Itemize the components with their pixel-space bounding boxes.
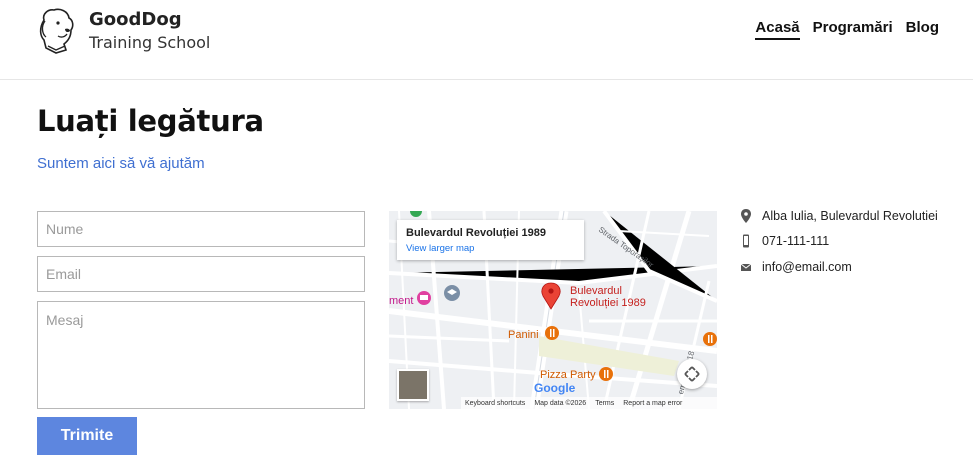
nav-item-blog[interactable]: Blog <box>906 19 939 40</box>
phone-icon <box>743 234 749 248</box>
satellite-toggle-thumbnail[interactable] <box>397 369 429 401</box>
map-info-card: Bulevardul Revoluției 1989 View larger m… <box>397 220 584 260</box>
brand-subtitle: Training School <box>89 33 211 52</box>
terms-link[interactable]: Terms <box>595 400 614 407</box>
contact-email: info@email.com <box>740 260 852 274</box>
report-map-error-link[interactable]: Report a map error <box>623 400 682 407</box>
page-title: Luați legătura <box>37 104 264 138</box>
message-textarea[interactable] <box>37 301 365 409</box>
location-pin-icon <box>741 209 751 223</box>
keyboard-shortcuts-link[interactable]: Keyboard shortcuts <box>465 400 525 407</box>
view-larger-map-link[interactable]: View larger map <box>406 243 575 254</box>
contact-phone-text: 071-111-111 <box>762 234 830 248</box>
fullscreen-toggle-icon[interactable] <box>677 359 707 389</box>
contact-email-text[interactable]: info@email.com <box>762 260 852 274</box>
map-pin-label[interactable]: Bulevardul Revoluției 1989 <box>570 285 646 309</box>
site-header: GoodDog Training School Acasă Programări… <box>0 0 973 80</box>
map-footer: Keyboard shortcuts Map data ©2026 Terms … <box>461 397 717 409</box>
page-subtitle: Suntem aici să vă ajutăm <box>37 155 205 172</box>
contact-address: Alba Iulia, Bulevardul Revolutiei <box>740 209 938 223</box>
google-logo: Google <box>534 381 575 395</box>
map-data-text: Map data ©2026 <box>534 399 587 407</box>
envelope-icon <box>740 263 752 271</box>
contact-address-text: Alba Iulia, Bulevardul Revolutiei <box>762 209 938 223</box>
brand-name[interactable]: GoodDog <box>89 9 182 30</box>
main-nav: Acasă Programări Blog <box>755 19 939 40</box>
map-poi-panini[interactable]: Panini <box>508 329 539 341</box>
map-poi-pizza-party[interactable]: Pizza Party <box>540 369 596 381</box>
name-input[interactable] <box>37 211 365 247</box>
submit-button[interactable]: Trimite <box>37 417 137 455</box>
map-pin-label-line2: Revoluției 1989 <box>570 297 646 309</box>
google-logo-text: Google <box>534 381 576 395</box>
nav-item-programari[interactable]: Programări <box>813 19 893 40</box>
map-card-title: Bulevardul Revoluției 1989 <box>406 227 546 239</box>
email-input[interactable] <box>37 256 365 292</box>
map-poi-ment[interactable]: ment <box>389 295 413 307</box>
contact-phone: 071-111-111 <box>740 234 829 248</box>
map-pin-label-line1: Bulevardul <box>570 285 622 297</box>
map-embed[interactable]: Bulevardul Revoluției 1989 View larger m… <box>389 211 717 409</box>
dog-logo-icon[interactable] <box>36 6 78 56</box>
nav-item-acasa[interactable]: Acasă <box>755 19 800 40</box>
